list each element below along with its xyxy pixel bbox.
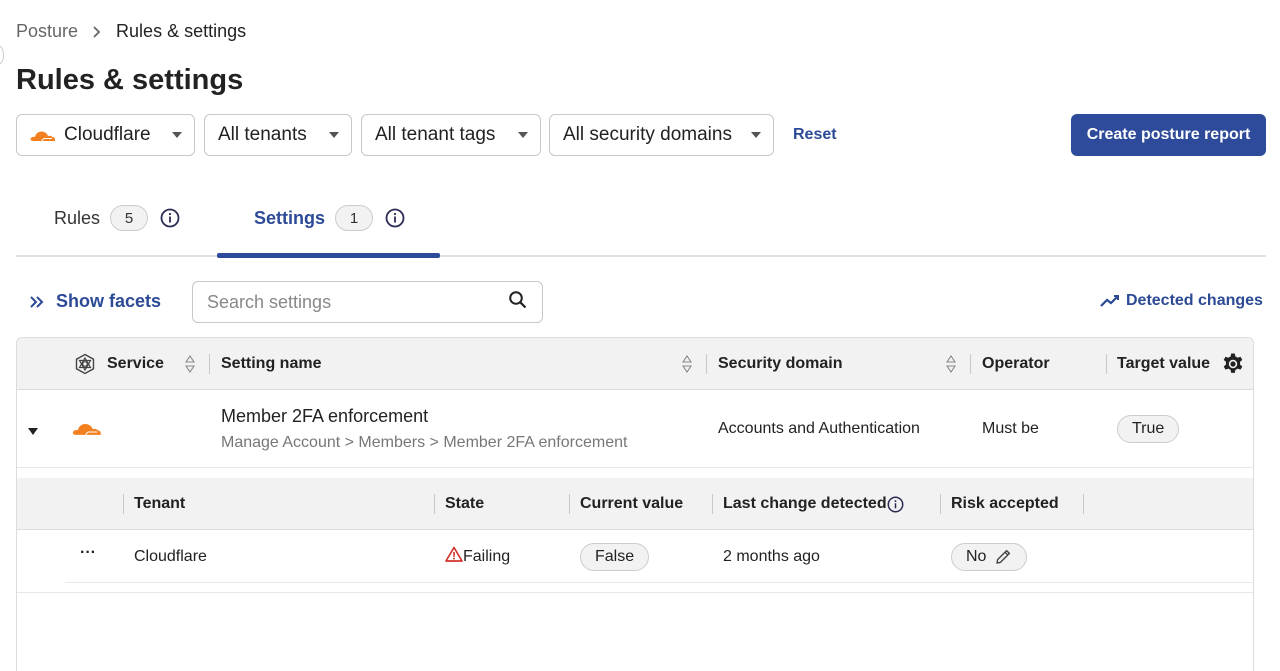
column-divider [569,494,570,514]
setting-path: Manage Account > Members > Member 2FA en… [221,434,628,451]
col-header-last-change[interactable]: Last change detected [723,478,887,530]
security-domains-dropdown[interactable]: All security domains [549,114,774,156]
table-divider [17,592,1253,593]
active-tab-indicator [217,253,440,258]
setting-name[interactable]: Member 2FA enforcement [221,406,428,427]
target-value-pill: True [1117,415,1180,443]
detected-changes-button[interactable]: Detected changes [1100,292,1263,310]
settings-table: Service Setting name Security domain Ope… [16,337,1254,671]
collapse-handle[interactable] [0,45,4,65]
tab-rules-label: Rules [54,207,101,228]
table-header: Service Setting name Security domain Ope… [17,338,1253,390]
breadcrumb: Posture Rules & settings [16,21,246,42]
column-divider [970,354,971,374]
column-divider [209,354,210,374]
col-header-current-value[interactable]: Current value [580,478,683,530]
page-title: Rules & settings [16,64,244,96]
tenants-dropdown-label: All tenants [218,124,307,145]
col-header-tenant[interactable]: Tenant [134,478,185,530]
tab-settings[interactable]: Settings 1 [254,203,405,233]
current-value-pill: False [580,543,650,571]
cloudflare-logo-icon [30,128,56,142]
col-header-service[interactable]: Service [107,338,164,390]
last-change-value: 2 months ago [723,548,820,565]
detected-changes-label: Detected changes [1126,292,1263,309]
table-row[interactable]: Member 2FA enforcement Manage Account > … [17,390,1253,468]
double-chevron-right-icon [28,295,46,309]
info-icon[interactable] [887,478,904,530]
column-divider [123,494,124,514]
column-divider [712,494,713,514]
security-domains-dropdown-label: All security domains [563,124,732,145]
expand-caret-icon[interactable] [28,423,38,441]
column-divider [940,494,941,514]
tenants-dropdown[interactable]: All tenants [204,114,352,156]
sort-icon[interactable] [945,353,957,375]
gear-icon[interactable] [1221,338,1245,390]
settings-count-badge: 1 [335,205,374,231]
info-icon[interactable] [385,208,405,228]
tenant-row[interactable]: ··· Cloudflare Failing False 2 months ag… [65,530,1253,583]
trend-line-icon [1100,293,1120,309]
security-domain-value: Accounts and Authentication [718,420,920,437]
sort-icon[interactable] [681,353,693,375]
tab-settings-label: Settings [254,207,326,228]
caret-down-icon [172,132,182,138]
provider-dropdown[interactable]: Cloudflare [16,114,195,156]
search-icon[interactable] [508,290,528,315]
tab-rules[interactable]: Rules 5 [54,203,180,233]
chevron-right-icon [92,25,102,39]
column-divider [1083,494,1084,514]
state-failing: Failing [445,546,510,567]
caret-down-icon [518,132,528,138]
show-facets-label: Show facets [56,291,162,311]
tenant-name: Cloudflare [134,548,207,565]
column-divider [434,494,435,514]
col-header-security-domain[interactable]: Security domain [718,338,842,390]
tenant-subtable-header: Tenant State Current value Last change d… [17,478,1253,530]
breadcrumb-posture[interactable]: Posture [16,21,78,42]
rules-count-badge: 5 [110,205,149,231]
provider-dropdown-label: Cloudflare [64,124,151,145]
search-field[interactable] [192,281,543,323]
risk-accepted-value: No [966,548,987,565]
col-header-target-value[interactable]: Target value [1117,338,1210,390]
cloudflare-logo-icon [72,420,102,441]
more-actions-icon[interactable]: ··· [80,544,96,562]
col-header-state[interactable]: State [445,478,484,530]
column-divider [706,354,707,374]
tenant-tags-dropdown[interactable]: All tenant tags [361,114,541,156]
create-posture-report-button[interactable]: Create posture report [1071,114,1266,156]
operator-value: Must be [982,420,1039,437]
risk-accepted-pill[interactable]: No [951,543,1028,571]
warning-icon [445,546,463,567]
tenant-tags-dropdown-label: All tenant tags [375,124,496,145]
breadcrumb-current: Rules & settings [116,21,247,41]
column-divider [1106,354,1107,374]
tabs-divider [16,255,1266,257]
col-header-risk-accepted[interactable]: Risk accepted [951,478,1059,530]
info-icon[interactable] [160,208,180,228]
col-header-setting-name[interactable]: Setting name [221,338,321,390]
sort-icon[interactable] [184,353,196,375]
caret-down-icon [329,132,339,138]
pencil-icon[interactable] [994,548,1012,566]
search-input[interactable] [207,291,508,313]
reset-link[interactable]: Reset [793,126,837,144]
caret-down-icon [751,132,761,138]
col-header-operator[interactable]: Operator [982,338,1050,390]
state-label: Failing [463,547,511,565]
show-facets-button[interactable]: Show facets [28,291,161,312]
service-icon [74,338,96,390]
